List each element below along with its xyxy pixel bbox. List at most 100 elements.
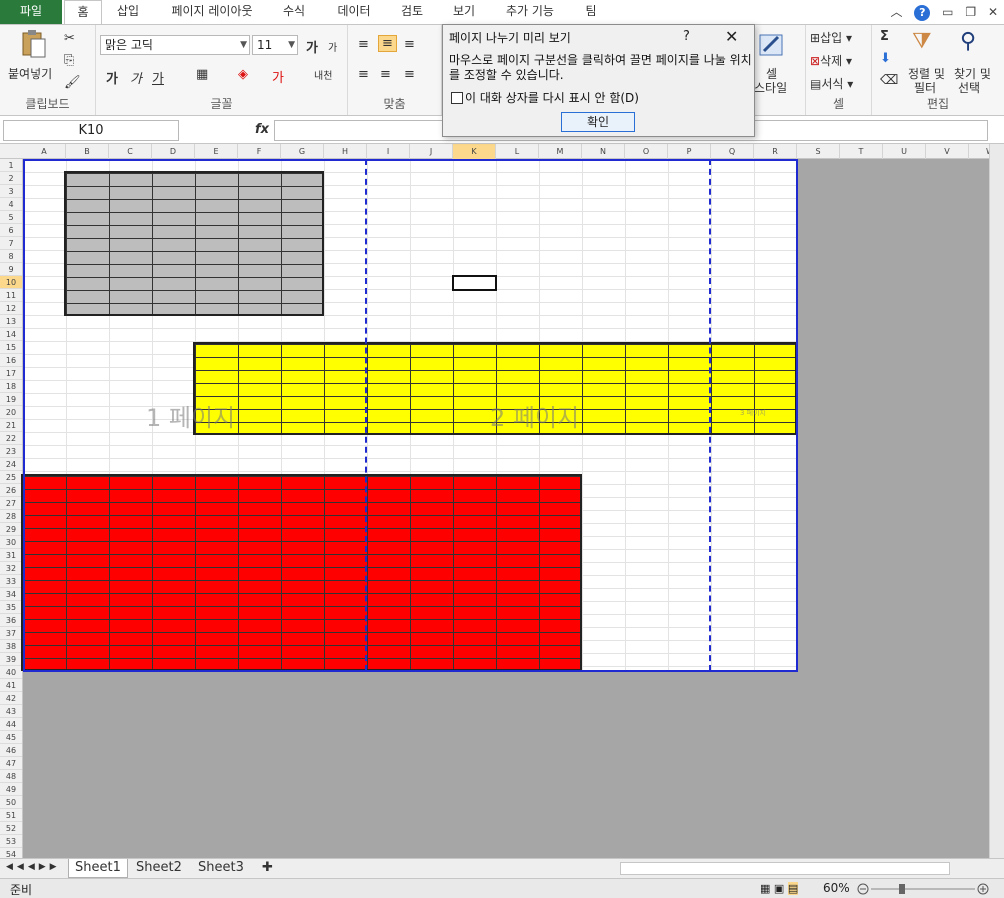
row-header[interactable]: 19 [0, 393, 22, 406]
row-header[interactable]: 39 [0, 653, 22, 666]
page-layout-view-icon[interactable]: ▣ [774, 882, 784, 895]
column-header[interactable]: J [410, 144, 453, 159]
format-cells-button[interactable]: ▤서식 ▾ [810, 75, 853, 92]
vertical-scrollbar[interactable] [989, 144, 1004, 858]
zoom-level[interactable]: 60% [823, 881, 850, 895]
tab-addins[interactable]: 추가 기능 [496, 0, 564, 24]
row-header[interactable]: 52 [0, 822, 22, 835]
sheet-tab-1[interactable]: Sheet1 [68, 859, 128, 878]
row-header[interactable]: 16 [0, 354, 22, 367]
sheet-navigation-arrows[interactable]: ◀◀◀▶▶ [6, 862, 61, 872]
sheet-tab-3[interactable]: Sheet3 [192, 859, 250, 878]
align-left-icon[interactable]: ≡ [358, 67, 369, 82]
row-header[interactable]: 9 [0, 263, 22, 276]
collapse-ribbon-icon[interactable]: ︿ [891, 5, 903, 19]
row-header[interactable]: 10 [0, 276, 22, 289]
column-header[interactable]: K [453, 144, 496, 159]
row-header[interactable]: 18 [0, 380, 22, 393]
row-header[interactable]: 17 [0, 367, 22, 380]
row-header[interactable]: 38 [0, 640, 22, 653]
row-header[interactable]: 6 [0, 224, 22, 237]
sort-filter-label-2[interactable]: 필터 [914, 79, 936, 96]
find-select-icon[interactable]: ⚲ [960, 29, 976, 54]
column-header[interactable]: V [926, 144, 969, 159]
align-top-icon[interactable]: ≡ [358, 37, 369, 52]
row-header[interactable]: 20 [0, 406, 22, 419]
copy-icon[interactable]: ⎘ [64, 53, 74, 68]
row-header[interactable]: 12 [0, 302, 22, 315]
column-header[interactable]: R [754, 144, 797, 159]
row-header[interactable]: 1 [0, 159, 22, 172]
column-header[interactable]: P [668, 144, 711, 159]
tab-review[interactable]: 검토 [390, 0, 434, 24]
align-bottom-icon[interactable]: ≡ [404, 37, 415, 52]
column-header[interactable]: F [238, 144, 281, 159]
column-header[interactable]: M [539, 144, 582, 159]
align-center-icon[interactable]: ≡ [380, 67, 391, 82]
row-header[interactable]: 29 [0, 523, 22, 536]
column-header[interactable]: H [324, 144, 367, 159]
row-header[interactable]: 32 [0, 562, 22, 575]
column-header[interactable]: G [281, 144, 324, 159]
column-header[interactable]: N [582, 144, 625, 159]
phonetic-icon[interactable]: 내천 [314, 67, 332, 82]
row-header[interactable]: 40 [0, 666, 22, 679]
dialog-help-button[interactable]: ? [683, 29, 690, 44]
row-header[interactable]: 7 [0, 237, 22, 250]
row-header[interactable]: 28 [0, 510, 22, 523]
tab-view[interactable]: 보기 [444, 0, 484, 24]
column-header[interactable]: I [367, 144, 410, 159]
ok-button[interactable]: 확인 [561, 112, 635, 132]
fill-icon[interactable]: ⬇ [880, 51, 891, 66]
tab-insert[interactable]: 삽입 [108, 0, 148, 24]
worksheet-area[interactable]: ABCDEFGHIJKLMNOPQRSTUVW 1234567891011121… [0, 144, 1004, 858]
tab-page-layout[interactable]: 페이지 레이아웃 [158, 0, 266, 24]
row-header[interactable]: 27 [0, 497, 22, 510]
row-header[interactable]: 44 [0, 718, 22, 731]
align-right-icon[interactable]: ≡ [404, 67, 415, 82]
restore-icon[interactable]: ❐ [965, 5, 976, 19]
column-header[interactable]: U [883, 144, 926, 159]
insert-sheet-icon[interactable]: ✚ [256, 859, 279, 878]
row-header[interactable]: 46 [0, 744, 22, 757]
row-header[interactable]: 49 [0, 783, 22, 796]
checkbox-icon[interactable] [451, 92, 463, 104]
row-header[interactable]: 23 [0, 445, 22, 458]
cell-styles-label-2[interactable]: 스타일 [754, 79, 787, 96]
minimize-icon[interactable]: ▭ [942, 5, 953, 19]
tab-team[interactable]: 팀 [574, 0, 608, 24]
help-icon[interactable]: ? [914, 5, 931, 21]
column-header[interactable]: B [66, 144, 109, 159]
column-header[interactable]: S [797, 144, 840, 159]
shrink-font-button[interactable]: 가 [328, 39, 337, 54]
row-header[interactable]: 2 [0, 172, 22, 185]
column-header[interactable]: E [195, 144, 238, 159]
insert-function-icon[interactable]: fx [255, 122, 269, 137]
zoom-slider[interactable] [857, 882, 991, 896]
row-header[interactable]: 22 [0, 432, 22, 445]
column-header[interactable]: D [152, 144, 195, 159]
row-header[interactable]: 36 [0, 614, 22, 627]
row-header[interactable]: 33 [0, 575, 22, 588]
row-header[interactable]: 47 [0, 757, 22, 770]
border-icon[interactable]: ▦ [196, 67, 208, 82]
row-header[interactable]: 3 [0, 185, 22, 198]
name-box[interactable]: K10 [3, 120, 179, 141]
row-header[interactable]: 4 [0, 198, 22, 211]
row-header[interactable]: 48 [0, 770, 22, 783]
sheet-tab-2[interactable]: Sheet2 [130, 859, 188, 878]
row-header[interactable]: 24 [0, 458, 22, 471]
row-header[interactable]: 8 [0, 250, 22, 263]
page-break-line-2[interactable] [709, 159, 711, 671]
row-header[interactable]: 34 [0, 588, 22, 601]
italic-button[interactable]: 가 [130, 68, 142, 87]
row-header[interactable]: 14 [0, 328, 22, 341]
fill-color-icon[interactable]: ◈ [238, 67, 248, 82]
dialog-close-button[interactable]: ✕ [725, 27, 738, 46]
column-header[interactable]: Q [711, 144, 754, 159]
align-middle-icon[interactable]: ≡ [378, 35, 397, 52]
tab-formulas[interactable]: 수식 [274, 0, 314, 24]
page-break-view-icon[interactable]: ▤ [787, 882, 799, 895]
row-header[interactable]: 50 [0, 796, 22, 809]
row-header[interactable]: 51 [0, 809, 22, 822]
